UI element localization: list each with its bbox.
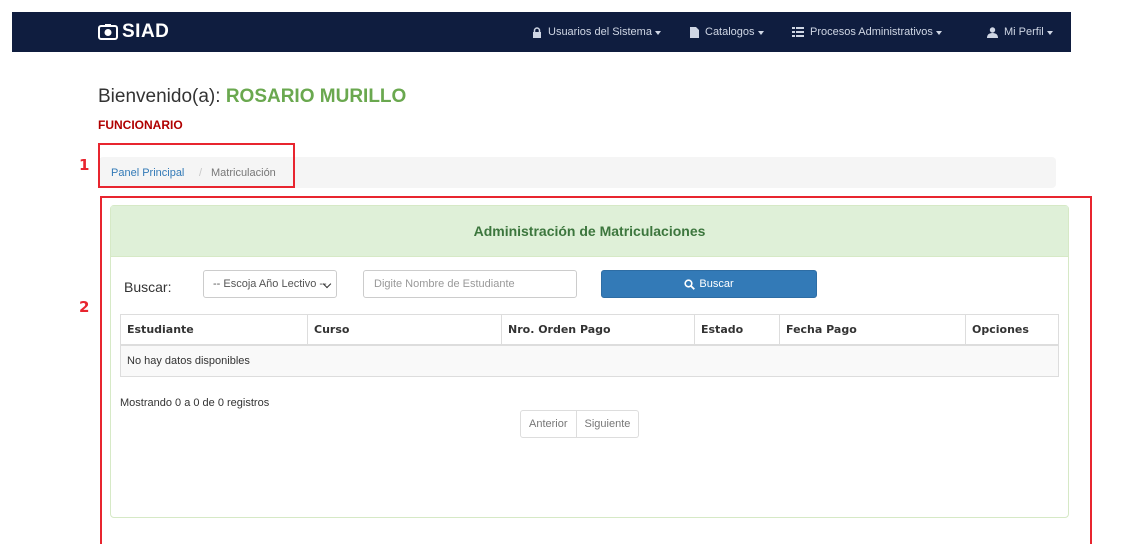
caret-down-icon — [654, 30, 661, 35]
nav-procesos-administrativos[interactable]: Procesos Administrativos — [792, 26, 942, 38]
caret-down-icon — [935, 30, 942, 35]
welcome-heading: Bienvenido(a): ROSARIO MURILLO — [98, 86, 406, 108]
nav-usuarios-del-sistema[interactable]: Usuarios del Sistema — [532, 26, 661, 38]
brand-name: SIAD — [122, 21, 170, 42]
file-icon — [690, 26, 699, 38]
annotation-box-2 — [100, 196, 1092, 544]
user-icon — [987, 26, 998, 38]
caret-down-icon — [757, 30, 764, 35]
logo-icon — [98, 24, 118, 40]
user-role: FUNCIONARIO — [98, 118, 183, 132]
nav-label: Catalogos — [705, 26, 755, 38]
nav-catalogos[interactable]: Catalogos — [690, 26, 764, 38]
caret-down-icon — [1046, 30, 1053, 35]
annotation-label-1: 1 — [79, 156, 90, 174]
annotation-label-2: 2 — [79, 298, 90, 316]
user-name: ROSARIO MURILLO — [225, 86, 407, 107]
nav-mi-perfil[interactable]: Mi Perfil — [987, 26, 1053, 38]
welcome-prefix: Bienvenido(a): — [98, 86, 221, 107]
top-navbar: SIAD Usuarios del Sistema Catalogos Proc… — [12, 12, 1071, 52]
lock-icon — [533, 26, 541, 38]
brand-link[interactable]: SIAD — [98, 21, 169, 43]
list-icon — [792, 27, 804, 37]
nav-label: Procesos Administrativos — [810, 26, 933, 38]
annotation-box-1 — [98, 143, 295, 188]
nav-label: Usuarios del Sistema — [548, 26, 652, 38]
nav-label: Mi Perfil — [1004, 26, 1044, 38]
